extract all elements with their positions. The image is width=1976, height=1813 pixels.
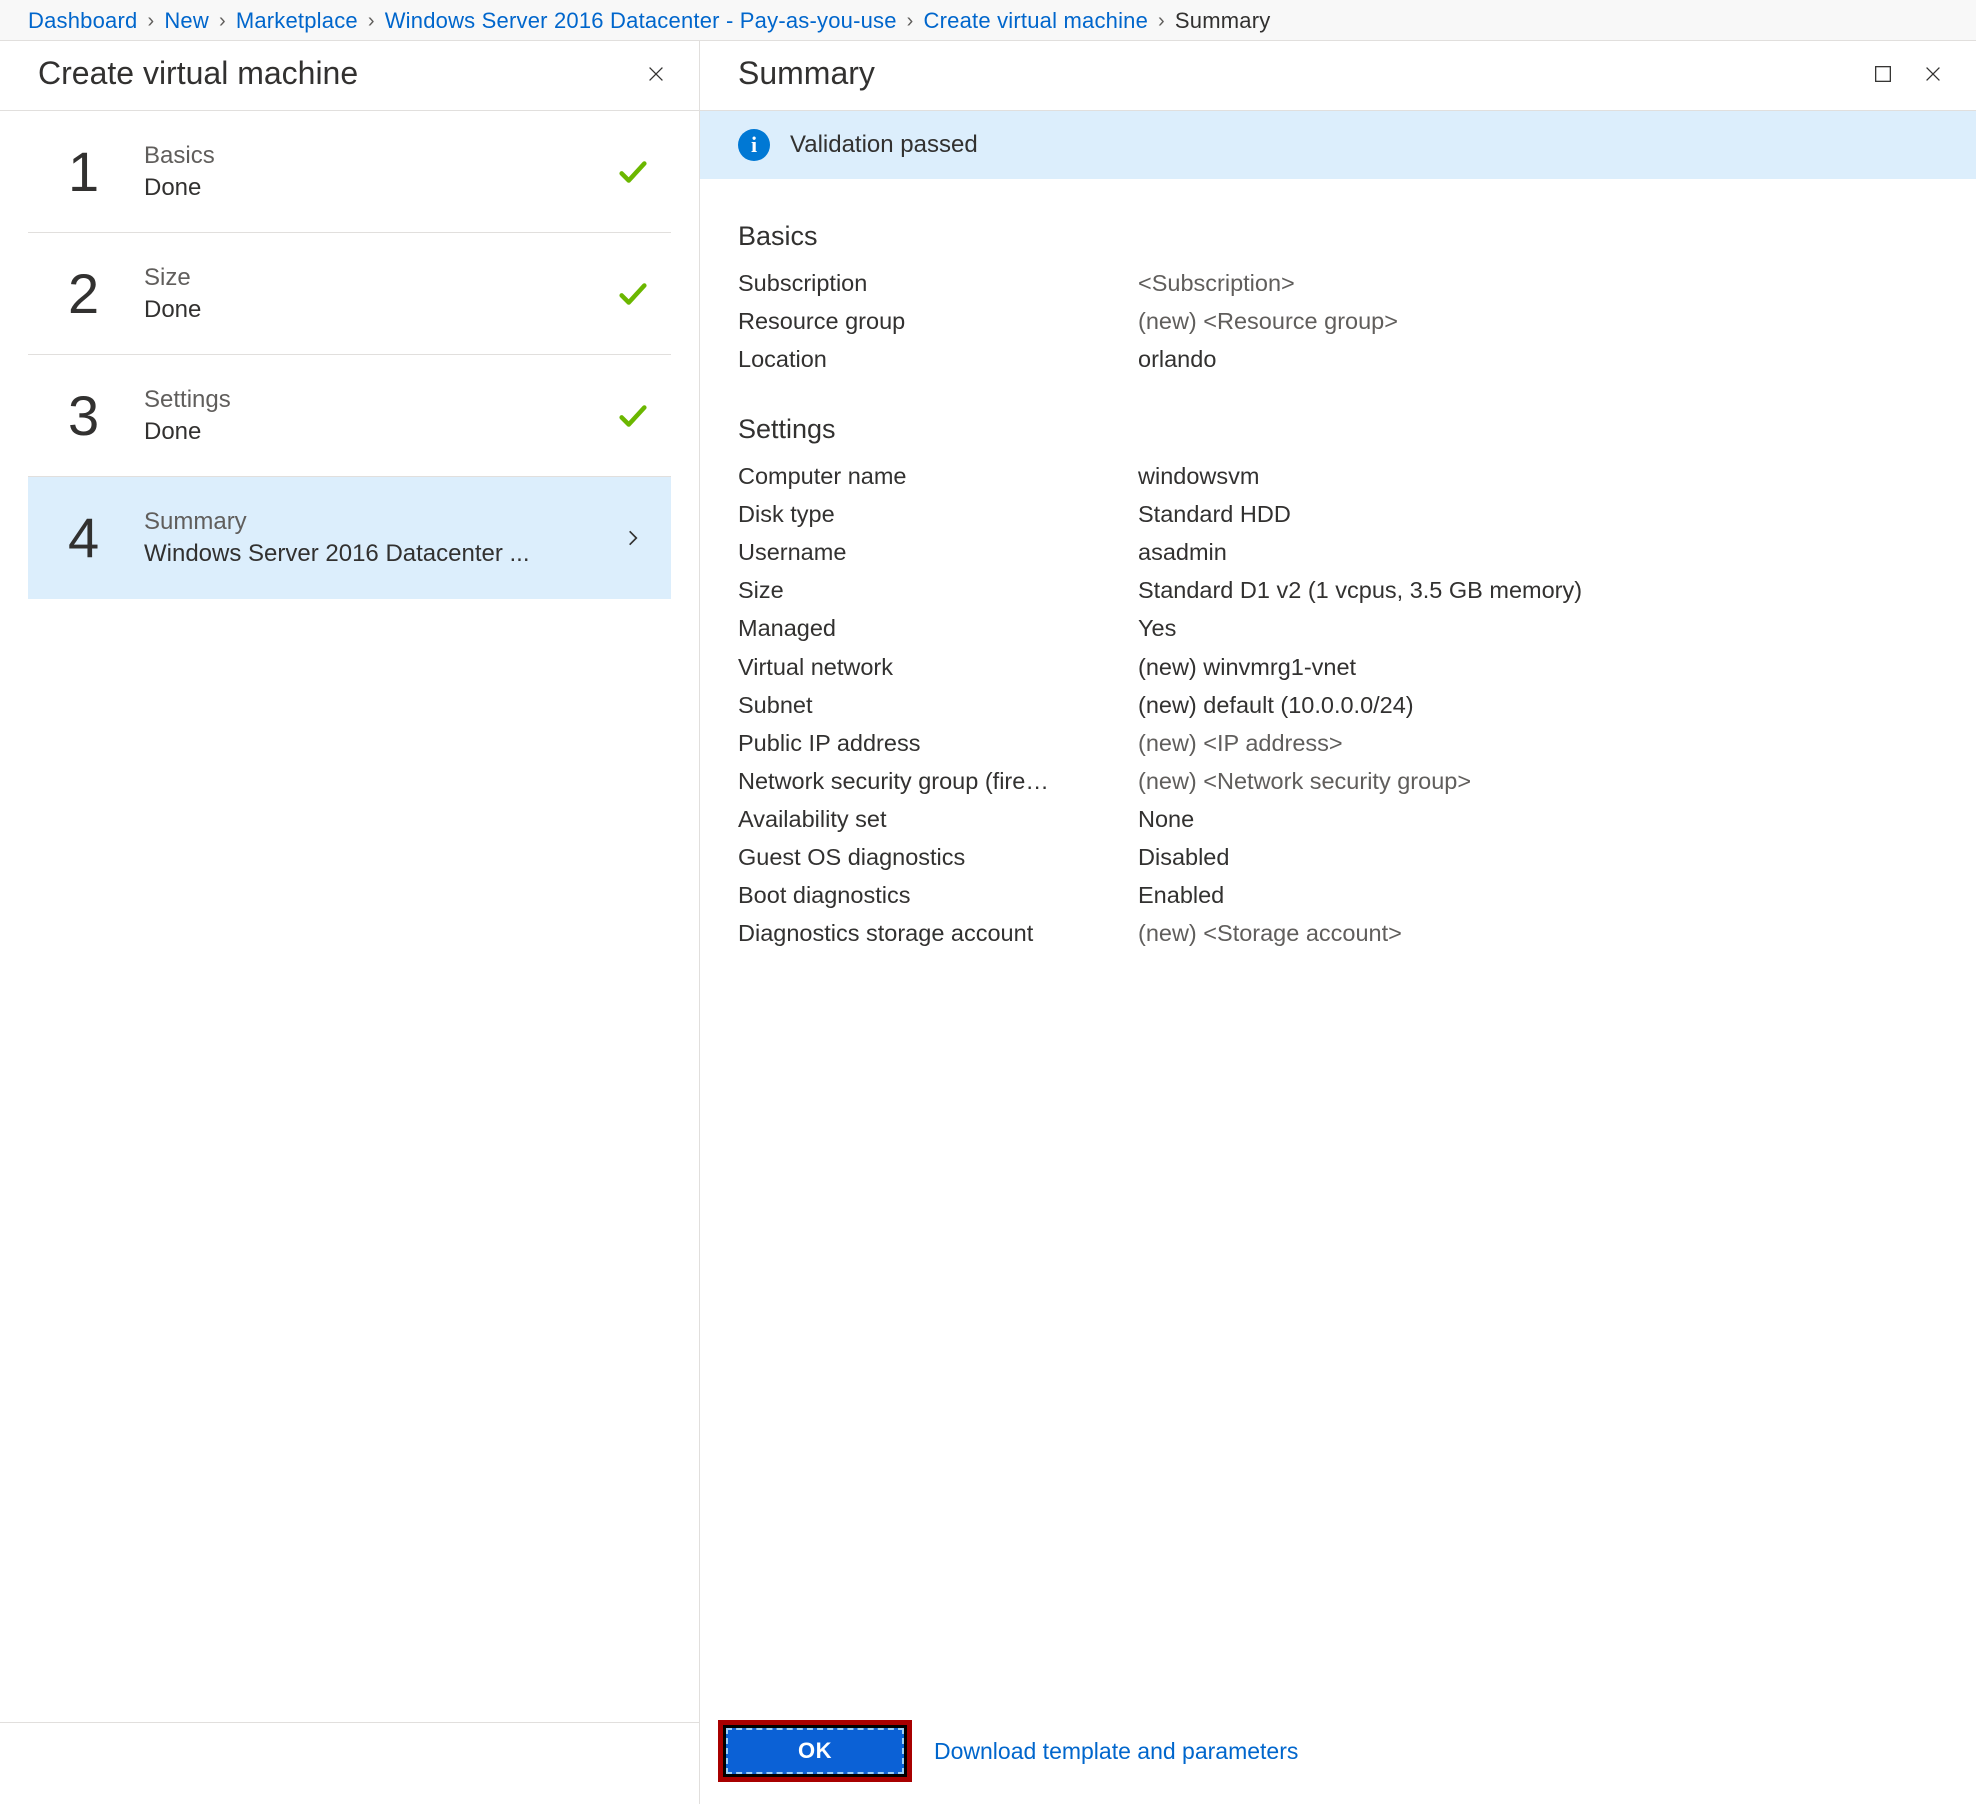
summary-row: Guest OS diagnosticsDisabled <box>738 838 1938 876</box>
summary-value: (new) default (10.0.0.0/24) <box>1138 686 1414 724</box>
close-icon[interactable] <box>1920 61 1946 87</box>
breadcrumb-link-marketplace[interactable]: Marketplace <box>236 8 358 34</box>
summary-key: Username <box>738 533 1138 571</box>
step-size[interactable]: 2 Size Done <box>28 233 671 355</box>
summary-row: Resource group(new) <Resource group> <box>738 302 1938 340</box>
section-heading-basics: Basics <box>738 221 1938 252</box>
validation-text: Validation passed <box>790 131 978 159</box>
summary-key: Availability set <box>738 800 1138 838</box>
summary-value: (new) <Storage account> <box>1138 914 1402 952</box>
step-title: Size <box>144 262 587 293</box>
breadcrumb-link-create-vm[interactable]: Create virtual machine <box>924 8 1149 34</box>
breadcrumb: Dashboard › New › Marketplace › Windows … <box>0 0 1976 41</box>
summary-panel: Summary i Validation passed Basics Subsc… <box>700 41 1976 1804</box>
breadcrumb-link-dashboard[interactable]: Dashboard <box>28 8 137 34</box>
download-template-link[interactable]: Download template and parameters <box>934 1738 1298 1765</box>
chevron-right-icon: › <box>368 10 375 33</box>
summary-key: Diagnostics storage account <box>738 914 1138 952</box>
validation-banner: i Validation passed <box>700 111 1976 179</box>
summary-value: None <box>1138 800 1194 838</box>
summary-key: Virtual network <box>738 648 1138 686</box>
section-heading-settings: Settings <box>738 414 1938 445</box>
summary-key: Guest OS diagnostics <box>738 838 1138 876</box>
summary-value: (new) winvmrg1-vnet <box>1138 648 1356 686</box>
summary-key: Resource group <box>738 302 1138 340</box>
chevron-right-icon: › <box>219 10 226 33</box>
summary-value: Standard D1 v2 (1 vcpus, 3.5 GB memory) <box>1138 571 1582 609</box>
step-subtitle: Done <box>144 172 584 203</box>
wizard-panel: Create virtual machine 1 Basics Done <box>0 41 700 1804</box>
step-number: 4 <box>68 505 116 570</box>
summary-row: SizeStandard D1 v2 (1 vcpus, 3.5 GB memo… <box>738 571 1938 609</box>
summary-row: Disk typeStandard HDD <box>738 495 1938 533</box>
breadcrumb-link-offer[interactable]: Windows Server 2016 Datacenter - Pay-as-… <box>385 8 897 34</box>
step-basics[interactable]: 1 Basics Done <box>28 111 671 233</box>
checkmark-icon <box>615 398 651 434</box>
step-subtitle: Done <box>144 416 584 447</box>
summary-value: asadmin <box>1138 533 1227 571</box>
maximize-icon[interactable] <box>1870 61 1896 87</box>
summary-row: Usernameasadmin <box>738 533 1938 571</box>
step-title: Summary <box>144 506 587 537</box>
summary-key: Network security group (fire… <box>738 762 1138 800</box>
summary-key: Boot diagnostics <box>738 876 1138 914</box>
summary-value: Disabled <box>1138 838 1229 876</box>
summary-row: Subnet(new) default (10.0.0.0/24) <box>738 686 1938 724</box>
breadcrumb-link-new[interactable]: New <box>164 8 209 34</box>
step-title: Basics <box>144 140 587 171</box>
ok-button[interactable]: OK <box>726 1728 904 1774</box>
summary-value: Enabled <box>1138 876 1224 914</box>
summary-key: Disk type <box>738 495 1138 533</box>
step-summary[interactable]: 4 Summary Windows Server 2016 Datacenter… <box>28 477 671 599</box>
summary-row: Diagnostics storage account(new) <Storag… <box>738 914 1938 952</box>
summary-row: Location orlando <box>738 340 1938 378</box>
summary-value: Standard HDD <box>1138 495 1291 533</box>
summary-row: Boot diagnosticsEnabled <box>738 876 1938 914</box>
step-title: Settings <box>144 384 587 415</box>
summary-value: Yes <box>1138 609 1176 647</box>
summary-value: (new) <IP address> <box>1138 724 1343 762</box>
summary-title: Summary <box>738 55 875 92</box>
summary-value: <Subscription> <box>1138 264 1295 302</box>
close-icon[interactable] <box>643 61 669 87</box>
summary-value: windowsvm <box>1138 457 1259 495</box>
wizard-steps: 1 Basics Done 2 Size Done <box>0 111 699 599</box>
summary-key: Subscription <box>738 264 1138 302</box>
wizard-footer <box>0 1722 699 1804</box>
summary-row: Availability setNone <box>738 800 1938 838</box>
step-number: 3 <box>68 383 116 448</box>
summary-row: Computer namewindowsvm <box>738 457 1938 495</box>
summary-key: Size <box>738 571 1138 609</box>
step-number: 2 <box>68 261 116 326</box>
chevron-right-icon: › <box>1158 10 1165 33</box>
checkmark-icon <box>615 276 651 312</box>
step-number: 1 <box>68 139 116 204</box>
step-subtitle: Done <box>144 294 584 325</box>
summary-key: Computer name <box>738 457 1138 495</box>
summary-value: (new) <Resource group> <box>1138 302 1398 340</box>
summary-row: ManagedYes <box>738 609 1938 647</box>
summary-key: Managed <box>738 609 1138 647</box>
summary-key: Location <box>738 340 1138 378</box>
wizard-title: Create virtual machine <box>38 55 358 92</box>
chevron-right-icon <box>615 520 651 556</box>
checkmark-icon <box>615 154 651 190</box>
summary-row: Public IP address(new) <IP address> <box>738 724 1938 762</box>
info-icon: i <box>738 129 770 161</box>
step-subtitle: Windows Server 2016 Datacenter ... <box>144 538 584 569</box>
ok-button-highlight: OK <box>718 1720 912 1782</box>
summary-key: Public IP address <box>738 724 1138 762</box>
summary-row: Subscription<Subscription> <box>738 264 1938 302</box>
summary-footer: OK Download template and parameters <box>700 1702 1976 1804</box>
chevron-right-icon: › <box>147 10 154 33</box>
step-settings[interactable]: 3 Settings Done <box>28 355 671 477</box>
summary-row: Virtual network(new) winvmrg1-vnet <box>738 648 1938 686</box>
summary-row: Network security group (fire…(new) <Netw… <box>738 762 1938 800</box>
chevron-right-icon: › <box>907 10 914 33</box>
summary-value: orlando <box>1138 340 1216 378</box>
breadcrumb-current: Summary <box>1175 8 1271 34</box>
summary-key: Subnet <box>738 686 1138 724</box>
summary-value: (new) <Network security group> <box>1138 762 1471 800</box>
